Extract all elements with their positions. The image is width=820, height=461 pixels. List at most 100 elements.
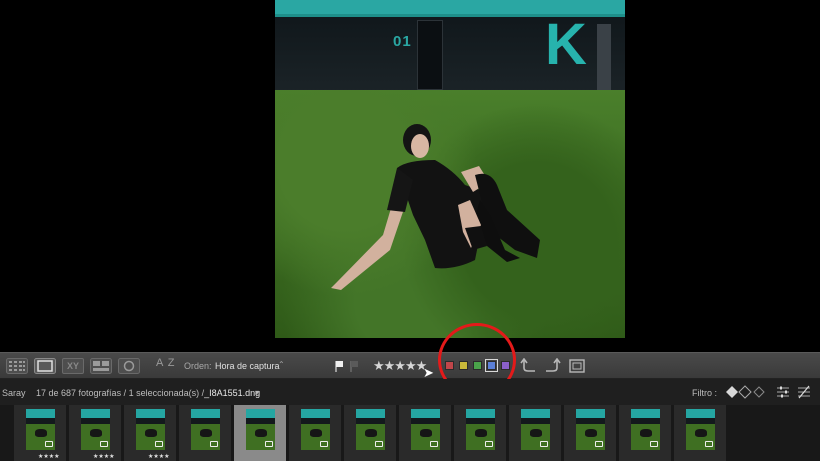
thumb-building	[521, 418, 550, 424]
thumb-badge-icon	[265, 441, 273, 447]
thumb-badge-icon	[45, 441, 53, 447]
thumbnail-image	[576, 409, 605, 450]
filmstrip-thumbnail[interactable]: ★★★★	[14, 405, 66, 461]
selected-filename[interactable]: _I8A1551.dng	[204, 388, 260, 398]
thumbnail-image	[466, 409, 495, 450]
filmstrip-thumbnail[interactable]: ★★★★	[69, 405, 121, 461]
thumbnail-image	[301, 409, 330, 450]
sort-label: Orden:	[184, 361, 212, 371]
thumb-figure	[255, 429, 267, 437]
thumb-building	[356, 418, 385, 424]
thumb-building	[26, 418, 55, 424]
thumb-figure	[475, 429, 487, 437]
filter-lock-icon[interactable]	[797, 385, 811, 399]
thumb-figure	[90, 429, 102, 437]
thumb-building	[631, 418, 660, 424]
thumb-building	[576, 418, 605, 424]
thumb-building	[466, 418, 495, 424]
thumb-figure	[365, 429, 377, 437]
loupe-view: 01 K	[0, 0, 820, 352]
thumb-badge-icon	[540, 441, 548, 447]
thumbnail-image	[521, 409, 550, 450]
grid-view-icon[interactable]	[6, 358, 28, 374]
rotate-left-icon[interactable]	[520, 358, 538, 374]
filmstrip-thumbnail[interactable]	[619, 405, 671, 461]
thumb-figure	[420, 429, 432, 437]
thumb-figure	[200, 429, 212, 437]
filmstrip-info-bar: Saray 17 de 687 fotografías / 1 seleccio…	[0, 379, 820, 405]
filename-chevron-icon[interactable]: ▾	[255, 388, 259, 397]
thumb-badge-icon	[100, 441, 108, 447]
thumb-figure	[530, 429, 542, 437]
survey-view-icon[interactable]	[90, 358, 112, 374]
people-view-icon[interactable]	[118, 358, 140, 374]
thumb-figure	[145, 429, 157, 437]
sort-chevron-icon[interactable]: ⌃	[278, 360, 285, 369]
thumbnail-rating: ★★★★	[148, 454, 170, 460]
crop-overlay-icon[interactable]	[568, 358, 586, 374]
main-photo[interactable]: 01 K	[275, 0, 625, 338]
flag-filter-icon[interactable]	[725, 385, 739, 399]
thumb-building	[686, 418, 715, 424]
filmstrip-thumbnail[interactable]: ★★★★	[124, 405, 176, 461]
thumb-badge-icon	[320, 441, 328, 447]
pick-flag-icon[interactable]	[335, 358, 345, 374]
filmstrip-thumbnail[interactable]	[674, 405, 726, 461]
rating-filter-icon[interactable]	[738, 385, 752, 399]
thumbnail-image	[356, 409, 385, 450]
thumb-badge-icon	[485, 441, 493, 447]
thumbnail-image	[81, 409, 110, 450]
library-toolbar: XY A Z Orden: Hora de captura ⌃ ★★★★★ ➤	[0, 352, 820, 380]
filmstrip-thumbnail[interactable]	[179, 405, 231, 461]
thumbnail-image	[136, 409, 165, 450]
thumbnail-image	[411, 409, 440, 450]
filmstrip[interactable]: ★★★★ ★★★★ ★★★★	[0, 405, 820, 461]
thumb-building	[136, 418, 165, 424]
sort-direction-icon[interactable]: A Z	[156, 357, 176, 369]
filmstrip-thumbnail[interactable]	[564, 405, 616, 461]
thumb-figure	[310, 429, 322, 437]
loupe-view-icon[interactable]	[34, 358, 56, 374]
thumb-figure	[695, 429, 707, 437]
thumb-building	[81, 418, 110, 424]
filmstrip-thumbnail[interactable]	[344, 405, 396, 461]
photo-count: 17 de 687 fotografías / 1 seleccionada(s…	[36, 388, 260, 398]
compare-view-icon[interactable]: XY	[62, 358, 84, 374]
thumb-building	[411, 418, 440, 424]
filter-label: Filtro :	[692, 388, 718, 398]
thumbnail-image	[246, 409, 275, 450]
thumb-badge-icon	[650, 441, 658, 447]
sort-dropdown[interactable]: Hora de captura	[215, 361, 280, 371]
color-filter-icon[interactable]	[752, 385, 766, 399]
thumbnail-image	[631, 409, 660, 450]
thumb-figure	[35, 429, 47, 437]
filmstrip-thumbnail[interactable]	[399, 405, 451, 461]
filmstrip-thumbnail[interactable]	[509, 405, 561, 461]
filter-settings-icon[interactable]	[776, 385, 790, 399]
thumb-badge-icon	[430, 441, 438, 447]
thumb-badge-icon	[210, 441, 218, 447]
filmstrip-thumbnail[interactable]	[234, 405, 286, 461]
thumb-badge-icon	[155, 441, 163, 447]
breadcrumb[interactable]: Saray	[2, 388, 26, 398]
filmstrip-thumbnail[interactable]	[454, 405, 506, 461]
star-rating[interactable]: ★★★★★	[373, 358, 427, 374]
thumbnail-rating: ★★★★	[93, 454, 115, 460]
thumb-figure	[640, 429, 652, 437]
thumb-building	[301, 418, 330, 424]
thumbnail-image	[686, 409, 715, 450]
thumb-figure	[585, 429, 597, 437]
thumb-building	[191, 418, 220, 424]
thumbnail-image	[26, 409, 55, 450]
rotate-right-icon[interactable]	[543, 358, 561, 374]
thumb-badge-icon	[595, 441, 603, 447]
photo-person	[331, 124, 540, 290]
thumb-badge-icon	[705, 441, 713, 447]
thumb-badge-icon	[375, 441, 383, 447]
thumb-building	[246, 418, 275, 424]
thumbnail-rating: ★★★★	[38, 454, 60, 460]
filmstrip-thumbnail[interactable]	[289, 405, 341, 461]
thumbnail-image	[191, 409, 220, 450]
photo-count-text: 17 de 687 fotografías / 1 seleccionada(s…	[36, 388, 205, 398]
reject-flag-icon[interactable]	[350, 358, 360, 374]
